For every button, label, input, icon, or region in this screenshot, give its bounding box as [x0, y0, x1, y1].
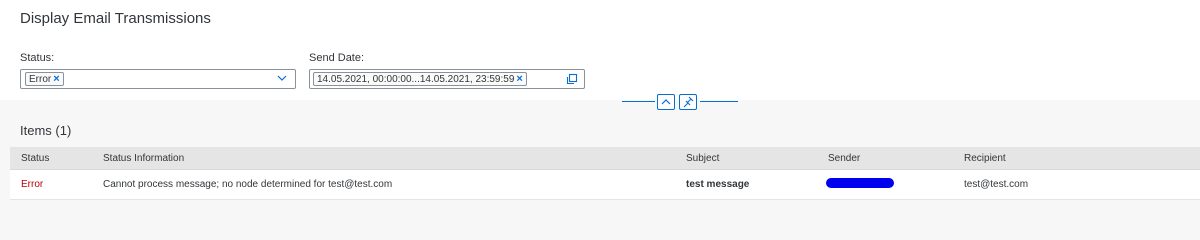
status-token[interactable]: Error ×: [25, 72, 64, 86]
row-status: Error: [21, 179, 44, 190]
table-header-row: Status Status Information Subject Sender…: [10, 147, 1200, 170]
remove-token-icon[interactable]: ×: [516, 73, 522, 85]
row-subject: test message: [686, 179, 750, 190]
filter-header: Display Email Transmissions Status: Erro…: [0, 0, 1200, 100]
send-date-filter-label: Send Date:: [309, 52, 365, 64]
collapse-header-button[interactable]: [657, 94, 675, 110]
row-recipient: test@test.com: [964, 179, 1029, 190]
status-filter-label: Status:: [20, 52, 55, 64]
pin-icon: [683, 96, 694, 108]
status-token-text: Error: [29, 74, 52, 85]
remove-token-icon[interactable]: ×: [53, 73, 59, 85]
table-row[interactable]: Error Cannot process message; no node de…: [10, 170, 1200, 200]
status-filter-input[interactable]: Error ×: [20, 69, 296, 89]
page-title: Display Email Transmissions: [20, 10, 211, 27]
header-divider-right: [700, 101, 738, 102]
column-header-recipient[interactable]: Recipient: [964, 147, 1006, 169]
pin-header-button[interactable]: [679, 94, 697, 110]
row-status-information: Cannot process message; no node determin…: [103, 179, 393, 190]
items-table-title: Items (1): [20, 123, 72, 138]
header-divider-left: [622, 101, 655, 102]
column-header-status-information[interactable]: Status Information: [103, 147, 184, 169]
chevron-down-icon[interactable]: [275, 71, 289, 85]
send-date-token-text: 14.05.2021, 00:00:00...14.05.2021, 23:59…: [317, 74, 515, 85]
send-date-token[interactable]: 14.05.2021, 00:00:00...14.05.2021, 23:59…: [313, 72, 527, 86]
chevron-up-icon: [661, 99, 671, 105]
send-date-filter-input[interactable]: 14.05.2021, 00:00:00...14.05.2021, 23:59…: [309, 69, 585, 89]
redacted-sender: [826, 178, 894, 188]
column-header-subject[interactable]: Subject: [686, 147, 719, 169]
column-header-sender[interactable]: Sender: [828, 147, 860, 169]
column-header-status[interactable]: Status: [21, 147, 49, 169]
value-help-icon[interactable]: [565, 72, 579, 86]
